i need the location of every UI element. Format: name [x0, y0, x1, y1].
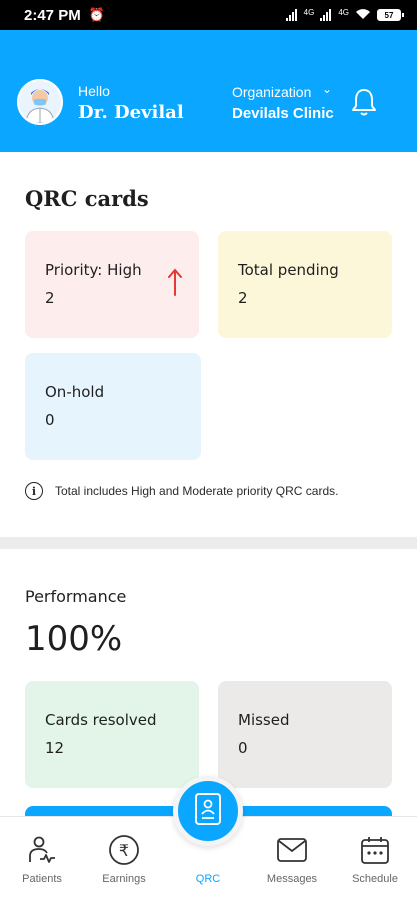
- info-note-text: Total includes High and Moderate priorit…: [55, 484, 339, 498]
- card-label: Total pending: [238, 261, 339, 279]
- avatar[interactable]: [17, 79, 63, 125]
- card-value: 2: [45, 289, 55, 307]
- svg-text:₹: ₹: [119, 841, 129, 860]
- signal-icon: [285, 9, 297, 21]
- arrow-up-icon: [168, 268, 182, 296]
- nav-item-schedule[interactable]: Schedule: [335, 817, 415, 900]
- priority-high-card[interactable]: Priority: High 2: [25, 231, 199, 338]
- status-time: 2:47 PM: [24, 6, 81, 24]
- nav-label: QRC: [195, 873, 221, 885]
- card-label: Missed: [238, 711, 290, 729]
- greeting: Hello: [78, 83, 110, 99]
- performance-value: 100%: [25, 619, 123, 659]
- missed-card[interactable]: Missed 0: [218, 681, 392, 788]
- nav-label: Earnings: [102, 873, 146, 885]
- app-header: Hello Dr. Devilal Organization ⌄ Devilal…: [0, 30, 417, 152]
- nav-item-patients[interactable]: Patients: [2, 817, 82, 900]
- wifi-icon: [355, 8, 371, 23]
- on-hold-card[interactable]: On-hold 0: [25, 353, 201, 460]
- card-value: 2: [238, 289, 248, 307]
- alarm-icon: ⏰: [88, 7, 105, 23]
- cards-resolved-card[interactable]: Cards resolved 12: [25, 681, 199, 788]
- calendar-icon: [358, 833, 392, 867]
- battery-icon: 57: [377, 9, 404, 21]
- organization-name[interactable]: Devilals Clinic: [232, 105, 334, 122]
- signal-icon-2: [320, 9, 332, 21]
- rupee-icon: ₹: [107, 833, 141, 867]
- mail-icon: [275, 833, 309, 867]
- nav-label: Messages: [266, 873, 318, 885]
- qrc-card-icon: [193, 792, 223, 830]
- total-pending-card[interactable]: Total pending 2: [218, 231, 392, 338]
- nav-label: Patients: [22, 873, 62, 885]
- nav-label: Schedule: [352, 873, 398, 885]
- bell-icon[interactable]: [350, 87, 378, 117]
- card-value: 12: [45, 739, 65, 757]
- card-label: Priority: High: [45, 261, 142, 279]
- nav-item-messages[interactable]: Messages: [252, 817, 332, 900]
- organization-selector[interactable]: Organization: [232, 84, 311, 100]
- card-value: 0: [45, 411, 55, 429]
- network-type-2: 4G: [338, 7, 349, 17]
- performance-title: Performance: [25, 587, 127, 606]
- status-bar: 2:47 PM ⏰ 4G 4G 57: [0, 0, 417, 30]
- card-value: 0: [238, 739, 248, 757]
- status-icons: 4G 4G 57: [285, 7, 404, 23]
- qrc-info-note: i Total includes High and Moderate prior…: [25, 482, 338, 500]
- chevron-down-icon[interactable]: ⌄: [322, 82, 332, 96]
- network-type-1: 4G: [303, 7, 315, 17]
- info-icon: i: [25, 482, 43, 500]
- doctor-name: Dr. Devilal: [78, 102, 184, 123]
- patients-icon: [25, 833, 59, 867]
- card-label: Cards resolved: [45, 711, 157, 729]
- card-label: On-hold: [45, 383, 105, 401]
- qrc-fab-button[interactable]: [173, 776, 243, 846]
- nav-item-earnings[interactable]: ₹ Earnings: [84, 817, 164, 900]
- qrc-section-title: QRC cards: [25, 186, 149, 211]
- section-divider: [0, 537, 417, 549]
- partial-card-strip-2: [218, 806, 392, 816]
